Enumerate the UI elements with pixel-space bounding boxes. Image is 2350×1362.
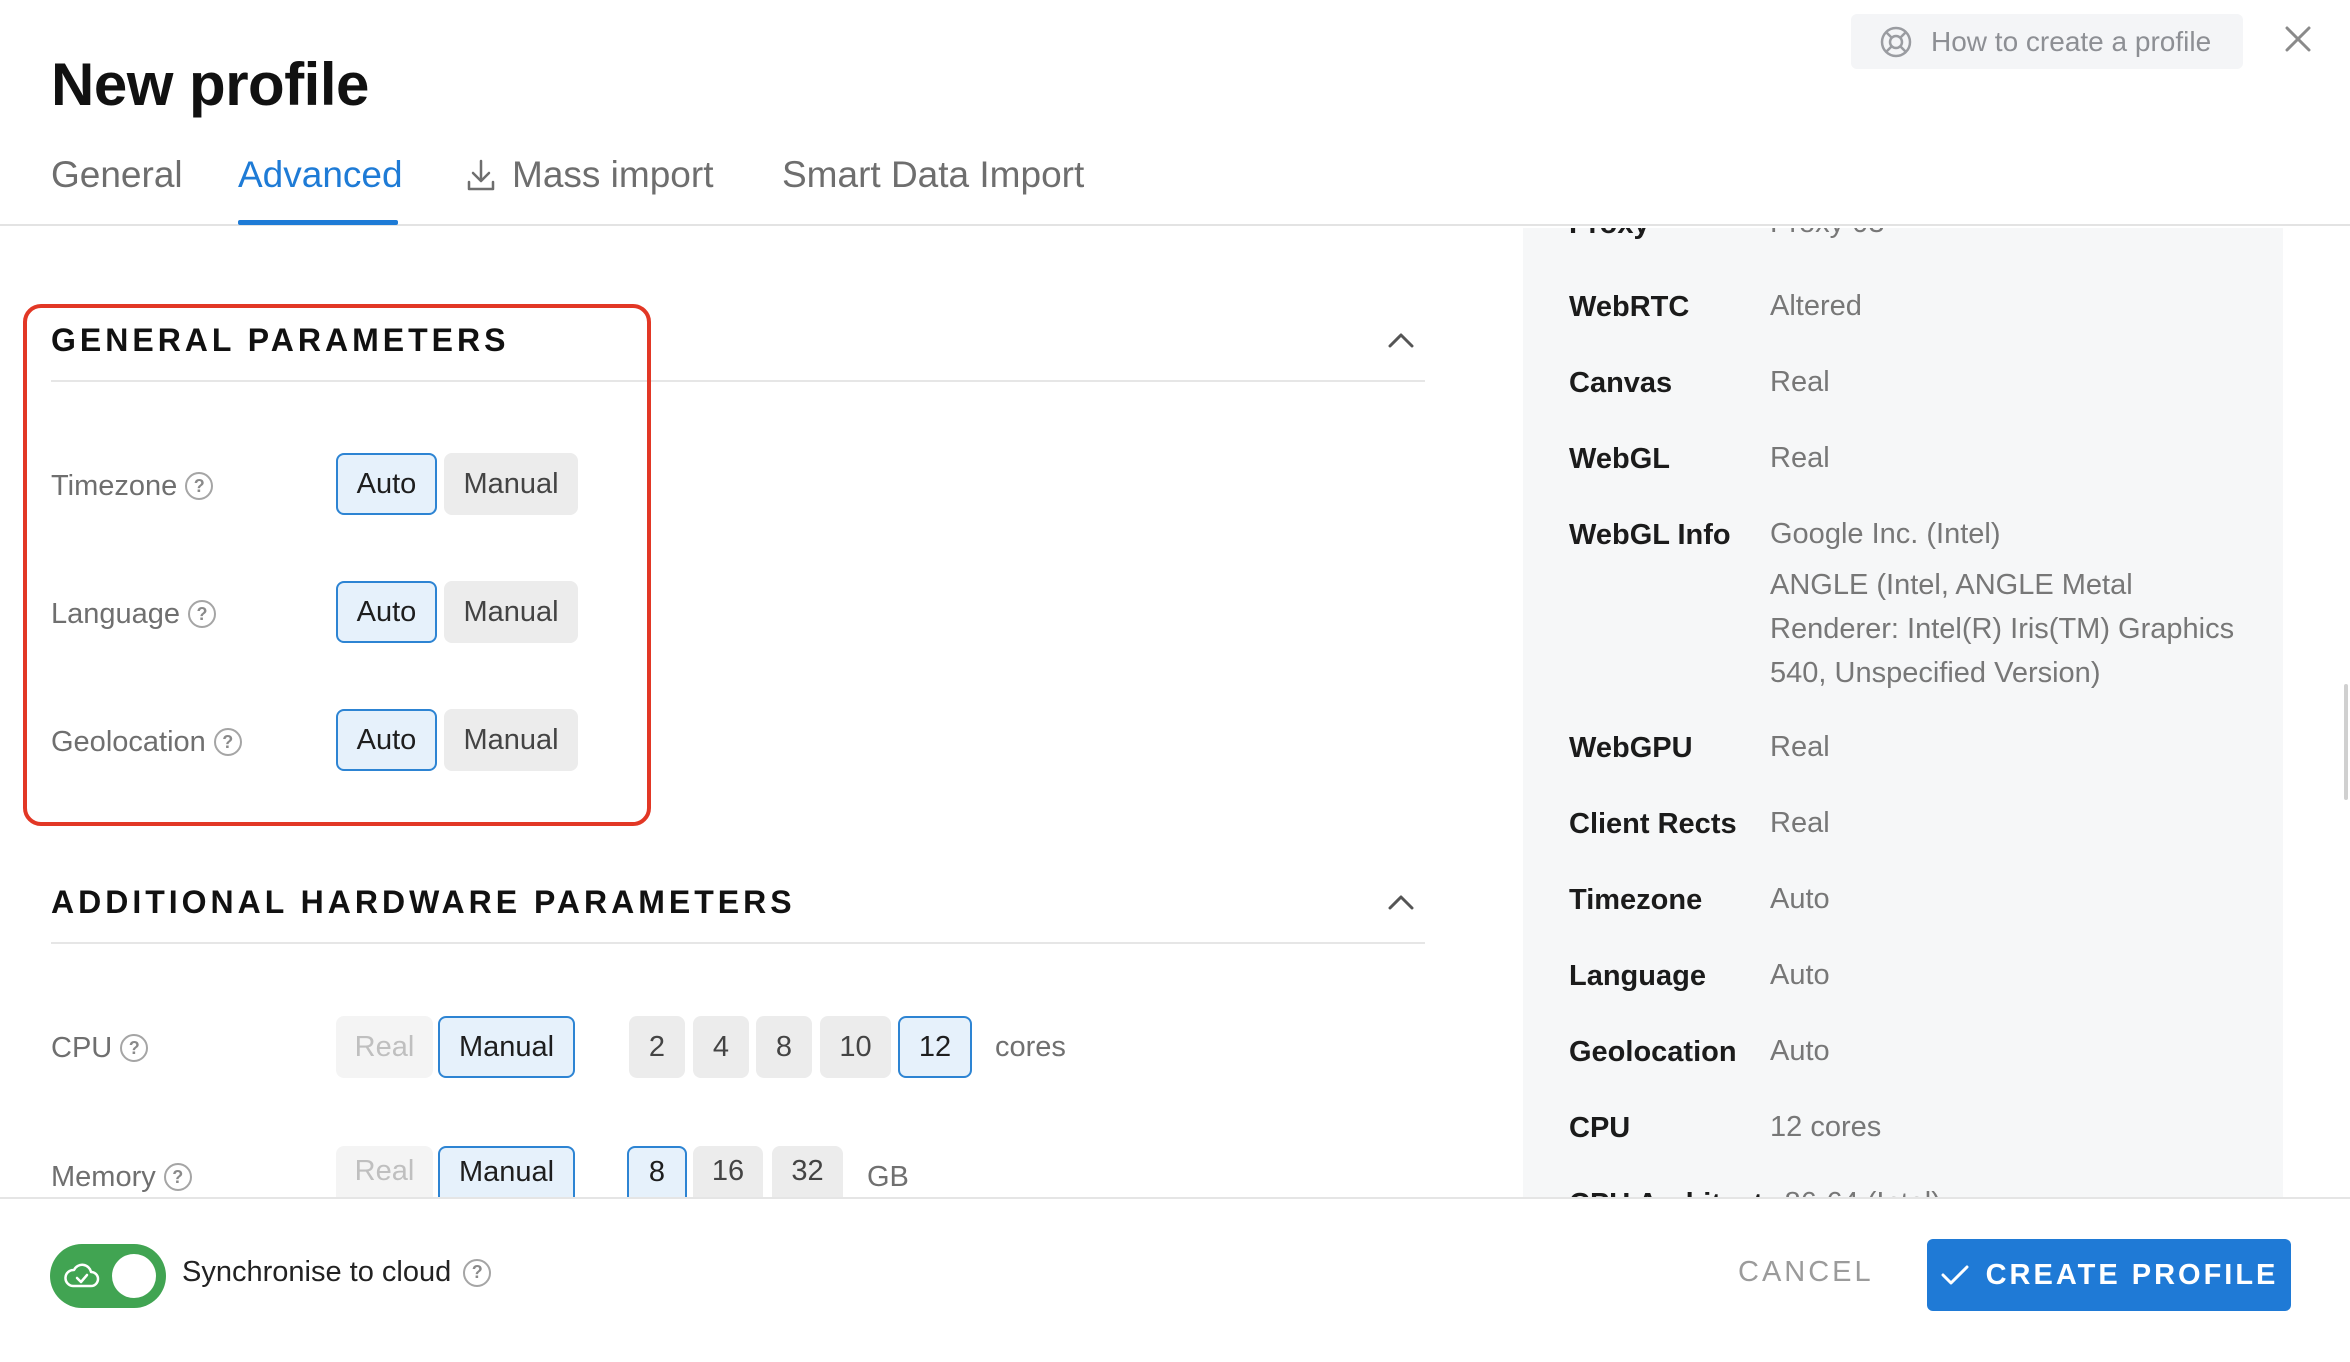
cpu-real-button[interactable]: Real — [336, 1016, 433, 1078]
memory-unit: GB — [867, 1161, 909, 1193]
language-label-text: Language — [51, 597, 181, 630]
timezone-manual-button[interactable]: Manual — [444, 453, 578, 515]
cancel-button[interactable]: CANCEL — [1738, 1256, 1874, 1289]
help-question-icon[interactable]: ? — [463, 1258, 492, 1287]
summary-label-geolocation: Geolocation — [1569, 1036, 1737, 1068]
memory-value-8[interactable]: 8 — [627, 1146, 687, 1197]
summary-value-geolocation: Auto — [1770, 1035, 1830, 1067]
memory-label: Memory ? — [51, 1157, 192, 1197]
close-icon[interactable] — [2281, 22, 2315, 56]
summary-label-webgl-info: WebGL Info — [1569, 519, 1731, 551]
memory-value-16[interactable]: 16 — [693, 1146, 763, 1197]
summary-value-webgl-info-line: 540, Unspecified Version) — [1770, 657, 2101, 689]
timezone-auto-button[interactable]: Auto — [336, 453, 437, 515]
memory-real-button[interactable]: Real — [336, 1146, 433, 1197]
summary-value-webgl-info-line: ANGLE (Intel, ANGLE Metal — [1770, 569, 2133, 601]
summary-value-proxy: Proxy 03 — [1770, 228, 1884, 245]
memory-value-32[interactable]: 32 — [772, 1146, 843, 1197]
create-profile-label: CREATE PROFILE — [1985, 1258, 2279, 1291]
toggle-knob — [112, 1254, 156, 1298]
cloud-check-icon — [64, 1263, 100, 1288]
summary-label-client-rects: Client Rects — [1569, 808, 1737, 840]
lifebuoy-icon — [1880, 26, 1912, 57]
active-tab-indicator — [238, 220, 398, 225]
cpu-value-4[interactable]: 4 — [693, 1016, 749, 1078]
geolocation-label-text: Geolocation — [51, 725, 206, 758]
summary-label-cpu: CPU — [1569, 1112, 1631, 1144]
geolocation-auto-button[interactable]: Auto — [336, 709, 437, 771]
summary-label-timezone: Timezone — [1569, 884, 1703, 916]
download-icon — [467, 159, 495, 191]
summary-value-canvas: Real — [1770, 366, 1830, 398]
tab-advanced[interactable]: Advanced — [238, 150, 403, 200]
profile-summary-panel[interactable]: Proxy Proxy 03 WebRTC Altered Canvas Rea… — [1523, 228, 2283, 1197]
tab-smart-data-import[interactable]: Smart Data Import — [782, 150, 1084, 200]
cpu-unit: cores — [995, 1031, 1066, 1063]
tab-general[interactable]: General — [51, 150, 183, 200]
create-profile-button[interactable]: CREATE PROFILE — [1927, 1239, 2291, 1311]
section-divider — [51, 942, 1425, 944]
summary-value-client-rects: Real — [1770, 807, 1830, 839]
sync-cloud-label-text: Synchronise to cloud — [182, 1256, 452, 1288]
summary-label-canvas: Canvas — [1569, 367, 1673, 399]
cpu-value-2[interactable]: 2 — [629, 1016, 685, 1078]
geolocation-label: Geolocation ? — [51, 722, 242, 762]
summary-label-language: Language — [1569, 960, 1706, 992]
cpu-value-8[interactable]: 8 — [756, 1016, 812, 1078]
summary-label-webgl: WebGL — [1569, 443, 1670, 475]
tab-mass-import[interactable]: Mass import — [466, 150, 713, 200]
cpu-value-12[interactable]: 12 — [898, 1016, 972, 1078]
chevron-up-icon[interactable] — [1386, 892, 1416, 912]
help-link-label: How to create a profile — [1931, 25, 2212, 57]
cpu-manual-button[interactable]: Manual — [438, 1016, 575, 1078]
summary-value-webgl: Real — [1770, 442, 1830, 474]
scrollbar-thumb[interactable] — [2344, 684, 2348, 800]
summary-value-webgl-info: Google Inc. (Intel) — [1770, 518, 2001, 550]
summary-value-webrtc: Altered — [1770, 290, 1862, 322]
footer-divider — [0, 1197, 2350, 1199]
cpu-value-10[interactable]: 10 — [820, 1016, 891, 1078]
summary-label-webgpu: WebGPU — [1569, 732, 1693, 764]
summary-value-language: Auto — [1770, 959, 1830, 991]
tab-bar: General Advanced Mass import Smart Data … — [0, 140, 2350, 226]
summary-value-cpu: 12 cores — [1770, 1111, 1882, 1143]
summary-value-webgpu: Real — [1770, 731, 1830, 763]
how-to-create-profile-link[interactable]: How to create a profile — [1851, 14, 2243, 69]
help-question-icon[interactable]: ? — [188, 600, 217, 628]
help-question-icon[interactable]: ? — [185, 472, 214, 500]
language-manual-button[interactable]: Manual — [444, 581, 578, 643]
summary-label-proxy: Proxy — [1569, 228, 1650, 241]
language-label: Language ? — [51, 594, 217, 634]
geolocation-manual-button[interactable]: Manual — [444, 709, 578, 771]
hardware-parameters-heading: ADDITIONAL HARDWARE PARAMETERS — [51, 884, 796, 920]
summary-value-timezone: Auto — [1770, 883, 1830, 915]
timezone-label: Timezone ? — [51, 466, 214, 506]
chevron-up-icon[interactable] — [1386, 330, 1416, 350]
page-title: New profile — [51, 51, 369, 118]
check-icon — [1941, 1265, 1969, 1285]
cpu-label-text: CPU — [51, 1031, 113, 1064]
help-question-icon[interactable]: ? — [163, 1163, 192, 1191]
memory-manual-button[interactable]: Manual — [438, 1146, 575, 1197]
timezone-label-text: Timezone — [51, 469, 178, 502]
language-auto-button[interactable]: Auto — [336, 581, 437, 643]
cpu-label: CPU ? — [51, 1028, 149, 1068]
sync-cloud-toggle[interactable] — [50, 1244, 166, 1308]
memory-label-text: Memory — [51, 1160, 156, 1193]
summary-value-cpu-architecture: x86-64 (Intel) — [1770, 1181, 1941, 1197]
summary-label-webrtc: WebRTC — [1569, 291, 1690, 323]
sync-cloud-label: Synchronise to cloud ? — [182, 1256, 492, 1289]
tab-mass-import-label: Mass import — [512, 154, 714, 195]
help-question-icon[interactable]: ? — [120, 1034, 149, 1062]
help-question-icon[interactable]: ? — [213, 728, 242, 756]
summary-value-webgl-info-line: Renderer: Intel(R) Iris(TM) Graphics — [1770, 613, 2235, 645]
